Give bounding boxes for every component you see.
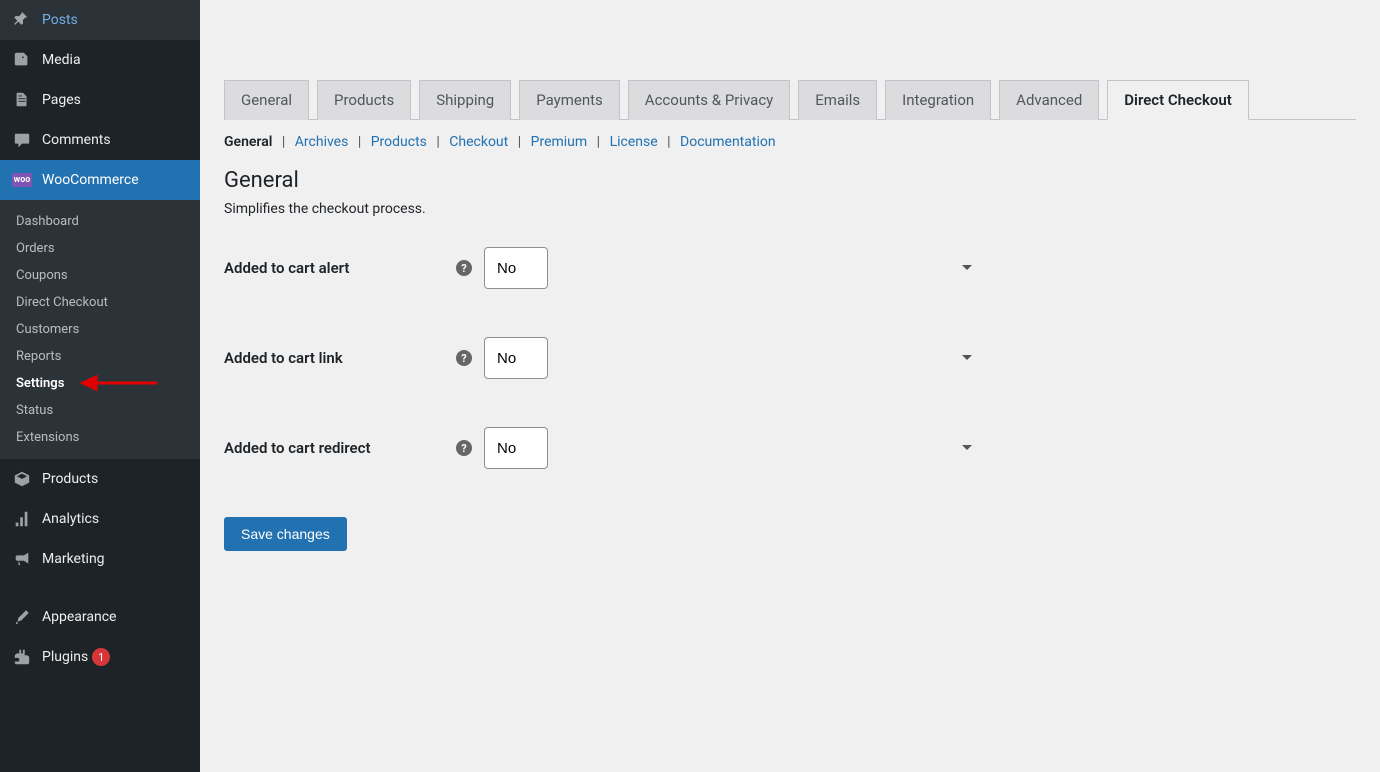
submenu-item-customers[interactable]: Customers [0,316,200,343]
sidebar-item-label: Media [42,52,81,68]
field-label: Added to cart link [224,349,343,367]
tab-payments[interactable]: Payments [519,80,620,120]
field-added-to-cart-redirect: Added to cart redirect ? No [224,427,1356,469]
submenu-item-extensions[interactable]: Extensions [0,424,200,451]
subtab-general[interactable]: General [224,134,272,150]
plugins-update-badge: 1 [92,648,110,666]
settings-tabs: General Products Shipping Payments Accou… [224,80,1356,120]
subtab-documentation[interactable]: Documentation [680,134,776,150]
sidebar-item-label: WooCommerce [42,172,139,188]
tab-products[interactable]: Products [317,80,411,120]
section-description: Simplifies the checkout process. [224,201,1356,217]
tab-integration[interactable]: Integration [885,80,991,120]
sidebar-item-appearance[interactable]: Appearance [0,597,200,637]
tab-general[interactable]: General [224,80,309,120]
subtab-license[interactable]: License [610,134,658,150]
submenu-item-status[interactable]: Status [0,397,200,424]
submenu-item-reports[interactable]: Reports [0,343,200,370]
megaphone-icon [12,549,32,569]
sidebar-item-label: Pages [42,92,81,108]
submenu-item-label: Settings [16,376,64,391]
sidebar-item-label: Marketing [42,551,105,567]
help-icon[interactable]: ? [456,260,472,276]
sidebar-item-label: Products [42,471,98,487]
sidebar-item-label: Analytics [42,511,99,527]
field-added-to-cart-link: Added to cart link ? No [224,337,1356,379]
added-to-cart-redirect-select[interactable]: No [484,427,548,469]
subtab-premium[interactable]: Premium [531,134,588,150]
tab-shipping[interactable]: Shipping [419,80,511,120]
sidebar-item-media[interactable]: Media [0,40,200,80]
field-added-to-cart-alert: Added to cart alert ? No [224,247,1356,289]
plugin-icon [12,647,32,667]
field-label: Added to cart alert [224,259,349,277]
added-to-cart-alert-select[interactable]: No [484,247,548,289]
submenu-item-direct-checkout[interactable]: Direct Checkout [0,289,200,316]
analytics-icon [12,509,32,529]
sidebar-item-label: Plugins [42,649,88,665]
section-title: General [224,168,1356,193]
subtab-archives[interactable]: Archives [295,134,349,150]
tab-accounts-privacy[interactable]: Accounts & Privacy [628,80,790,120]
woo-icon: woo [12,170,32,190]
sidebar-item-products[interactable]: Products [0,459,200,499]
woocommerce-submenu: Dashboard Orders Coupons Direct Checkout… [0,200,200,459]
sidebar-item-analytics[interactable]: Analytics [0,499,200,539]
sidebar-item-woocommerce[interactable]: woo WooCommerce [0,160,200,200]
sidebar-item-label: Comments [42,132,111,148]
help-icon[interactable]: ? [456,350,472,366]
save-button[interactable]: Save changes [224,517,347,551]
field-label: Added to cart redirect [224,439,371,457]
added-to-cart-link-select[interactable]: No [484,337,548,379]
brush-icon [12,607,32,627]
subtab-products[interactable]: Products [371,134,427,150]
admin-sidebar: Posts Media Pages Comments woo WooCommer… [0,0,200,772]
sidebar-item-label: Appearance [42,609,116,625]
tab-advanced[interactable]: Advanced [999,80,1099,120]
sidebar-item-pages[interactable]: Pages [0,80,200,120]
media-icon [12,50,32,70]
sidebar-item-comments[interactable]: Comments [0,120,200,160]
sidebar-item-plugins[interactable]: Plugins 1 [0,637,200,677]
pin-icon [12,10,32,30]
submenu-item-orders[interactable]: Orders [0,235,200,262]
tab-direct-checkout[interactable]: Direct Checkout [1107,80,1248,120]
submenu-item-coupons[interactable]: Coupons [0,262,200,289]
main-content: General Products Shipping Payments Accou… [200,0,1380,772]
help-icon[interactable]: ? [456,440,472,456]
sidebar-item-posts[interactable]: Posts [0,0,200,40]
subtab-checkout[interactable]: Checkout [449,134,508,150]
tab-emails[interactable]: Emails [798,80,877,120]
settings-subtabs: General | Archives | Products | Checkout… [224,134,1356,150]
sidebar-item-marketing[interactable]: Marketing [0,539,200,579]
submenu-item-dashboard[interactable]: Dashboard [0,208,200,235]
sidebar-item-label: Posts [42,12,78,28]
pages-icon [12,90,32,110]
annotation-arrow-settings [78,373,158,393]
comment-icon [12,130,32,150]
submenu-item-settings[interactable]: Settings [0,370,200,397]
box-icon [12,469,32,489]
